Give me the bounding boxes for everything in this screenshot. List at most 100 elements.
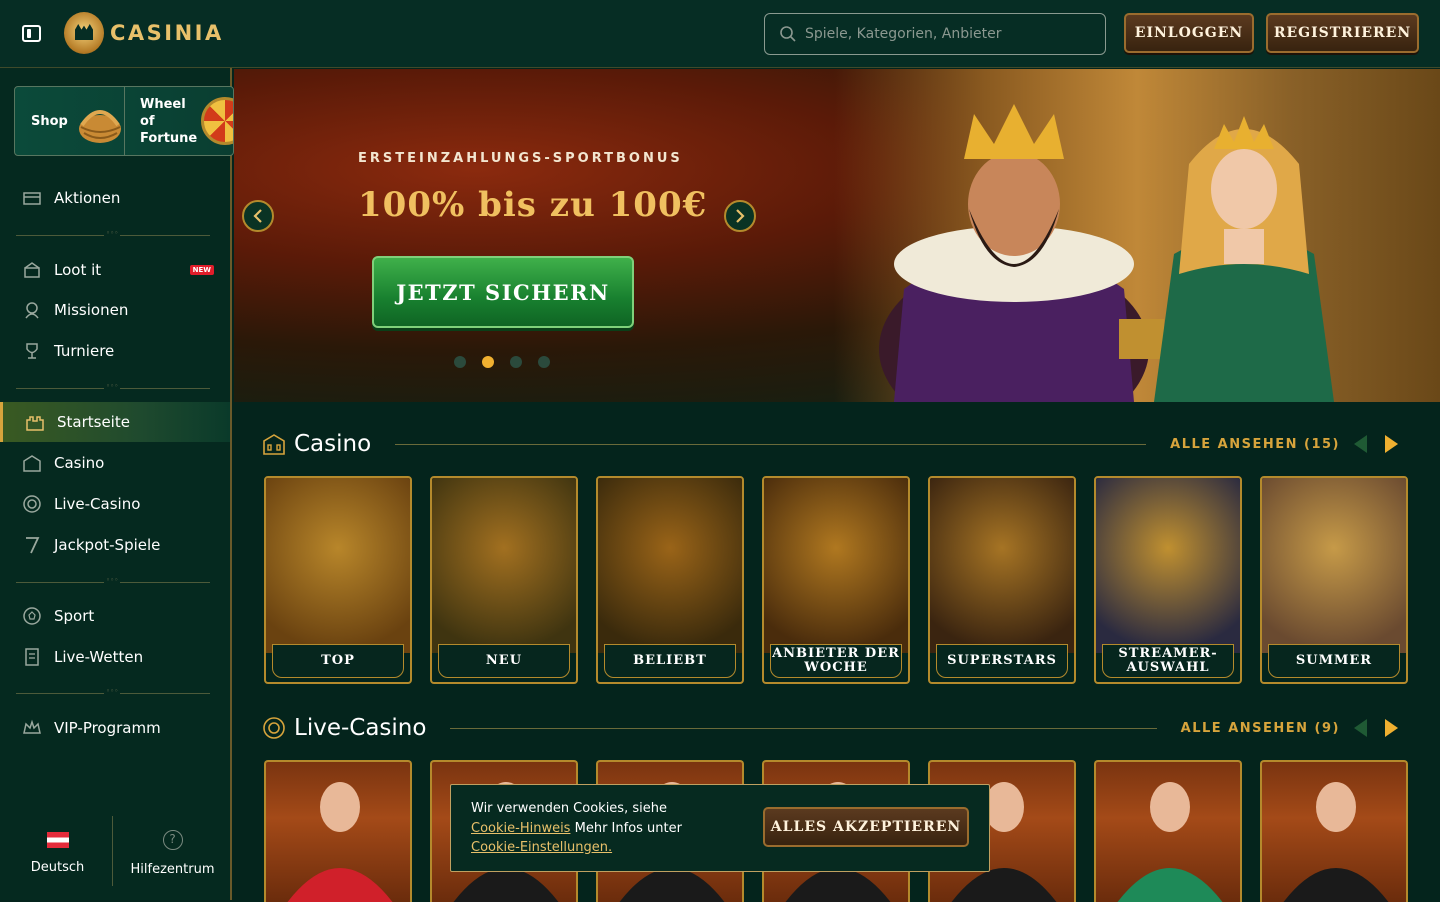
dealer-illustration <box>266 762 412 902</box>
casino-category-card[interactable]: ANBIETER DER WOCHE <box>762 476 910 684</box>
wheel-icon <box>201 97 234 145</box>
casino-category-card[interactable]: NEU <box>430 476 578 684</box>
live-casino-section-title: Live-Casino <box>294 715 426 741</box>
help-icon: ? <box>163 830 183 850</box>
castle-icon <box>25 412 45 432</box>
wheel-of-fortune-tile[interactable]: Wheel of Fortune <box>125 87 234 155</box>
casino-next-arrow[interactable] <box>1385 435 1398 453</box>
wheel-label: Wheel of Fortune <box>140 96 200 147</box>
search-input[interactable] <box>805 26 1085 42</box>
sidebar-item-label: Live-Wetten <box>54 648 143 666</box>
casino-view-all-link[interactable]: ALLE ANSEHEN (15) <box>1170 437 1340 452</box>
casino-category-card[interactable]: BELIEBT <box>596 476 744 684</box>
sidebar-item-aktionen[interactable]: Aktionen <box>0 178 230 218</box>
chip-icon <box>22 494 42 514</box>
austria-flag-icon <box>47 832 69 848</box>
seven-icon <box>22 535 42 555</box>
betslip-icon <box>22 647 42 667</box>
casino-category-card[interactable]: TOP <box>264 476 412 684</box>
casino-building-icon <box>262 432 286 456</box>
banner-title: 100% bis zu 100€ <box>358 185 707 225</box>
hero-banner[interactable]: ERSTEINZAHLUNGS-SPORTBONUS 100% bis zu 1… <box>234 69 1440 402</box>
category-label: TOP <box>272 644 404 678</box>
help-center-link[interactable]: ? Hilfezentrum <box>115 806 230 900</box>
banner-subtitle: ERSTEINZAHLUNGS-SPORTBONUS <box>358 151 683 166</box>
live-casino-next-arrow[interactable] <box>1385 719 1398 737</box>
live-table-card[interactable] <box>264 760 412 902</box>
shop-tile[interactable]: Shop <box>15 87 125 155</box>
sidebar-item-jackpot-spiele[interactable]: Jackpot-Spiele <box>0 525 230 565</box>
banner-cta-button[interactable]: JETZT SICHERN <box>372 256 634 328</box>
king-illustration <box>864 89 1164 402</box>
category-artwork <box>432 478 576 653</box>
sidebar-item-live-casino[interactable]: Live-Casino <box>0 484 230 524</box>
cookie-settings-link[interactable]: Cookie-Einstellungen. <box>471 840 612 855</box>
banner-dot[interactable] <box>454 356 466 368</box>
chip-icon <box>262 716 286 740</box>
castle-logo-icon <box>64 12 104 54</box>
banner-dot[interactable] <box>482 356 494 368</box>
category-label: STREAMER-AUSWAHL <box>1102 644 1234 678</box>
sidebar-item-turniere[interactable]: Turniere <box>0 331 230 371</box>
cookie-text: Wir verwenden Cookies, siehe Cookie-Hinw… <box>471 799 731 858</box>
category-artwork <box>598 478 742 653</box>
casino-building-icon <box>22 453 42 473</box>
section-divider <box>395 444 1146 445</box>
banner-pagination <box>454 356 566 368</box>
top-header: CASINIA EINLOGGEN REGISTRIEREN <box>0 0 1440 68</box>
sidebar-item-loot-it[interactable]: Loot itNEW <box>0 250 230 290</box>
banner-next-button[interactable] <box>724 200 756 232</box>
sidebar-item-startseite[interactable]: Startseite <box>0 402 230 442</box>
chevron-right-icon <box>734 209 746 223</box>
category-artwork <box>764 478 908 653</box>
casino-category-carousel: TOP NEU BELIEBT ANBIETER DER WOCHE SUPERSTAR… <box>264 476 1410 684</box>
sidebar-divider <box>16 388 210 389</box>
cookie-notice-link[interactable]: Cookie-Hinweis <box>471 821 570 836</box>
casino-prev-arrow[interactable] <box>1354 435 1367 453</box>
category-label: SUMMER <box>1268 644 1400 678</box>
category-artwork <box>930 478 1074 653</box>
help-label: Hilfezentrum <box>131 862 215 877</box>
language-selector[interactable]: Deutsch <box>0 806 115 900</box>
live-casino-view-all-link[interactable]: ALLE ANSEHEN (9) <box>1181 721 1340 736</box>
sidebar-item-sport[interactable]: Sport <box>0 596 230 636</box>
language-label: Deutsch <box>31 860 85 875</box>
cookie-banner: Wir verwenden Cookies, siehe Cookie-Hinw… <box>450 784 990 872</box>
section-divider <box>450 728 1156 729</box>
queen-illustration <box>1134 104 1354 402</box>
category-label: SUPERSTARS <box>936 644 1068 678</box>
banner-prev-button[interactable] <box>242 200 274 232</box>
sidebar-item-live-wetten[interactable]: Live-Wetten <box>0 637 230 677</box>
sidebar-toggle-icon[interactable] <box>22 25 41 42</box>
live-table-card[interactable] <box>1260 760 1408 902</box>
live-table-card[interactable] <box>1094 760 1242 902</box>
sidebar-item-casino[interactable]: Casino <box>0 443 230 483</box>
sidebar-item-missionen[interactable]: Missionen <box>0 290 230 330</box>
casino-category-card[interactable]: STREAMER-AUSWAHL <box>1094 476 1242 684</box>
banner-dot[interactable] <box>538 356 550 368</box>
login-button[interactable]: EINLOGGEN <box>1124 13 1254 53</box>
gift-card-icon <box>22 188 42 208</box>
sidebar-item-label: Sport <box>54 607 94 625</box>
new-badge: NEW <box>190 265 214 275</box>
brand-logo[interactable]: CASINIA <box>64 12 224 54</box>
category-label: BELIEBT <box>604 644 736 678</box>
casino-category-card[interactable]: SUMMER <box>1260 476 1408 684</box>
sidebar-item-vip-programm[interactable]: VIP-Programm <box>0 708 230 748</box>
live-casino-prev-arrow[interactable] <box>1354 719 1367 737</box>
sidebar-divider <box>16 235 210 236</box>
casino-category-card[interactable]: SUPERSTARS <box>928 476 1076 684</box>
footer-divider <box>112 816 113 886</box>
sidebar-item-label: Live-Casino <box>54 495 140 513</box>
register-button[interactable]: REGISTRIEREN <box>1266 13 1419 53</box>
accept-cookies-button[interactable]: ALLES AKZEPTIEREN <box>763 807 969 847</box>
sidebar-item-label: Turniere <box>54 342 114 360</box>
sidebar-item-label: Casino <box>54 454 104 472</box>
brand-name: CASINIA <box>110 21 224 45</box>
search-box[interactable] <box>764 13 1106 55</box>
sidebar-item-label: Missionen <box>54 301 128 319</box>
sidebar-footer: Deutsch ? Hilfezentrum <box>0 806 230 900</box>
medal-icon <box>22 300 42 320</box>
dealer-illustration <box>1096 762 1242 902</box>
banner-dot[interactable] <box>510 356 522 368</box>
